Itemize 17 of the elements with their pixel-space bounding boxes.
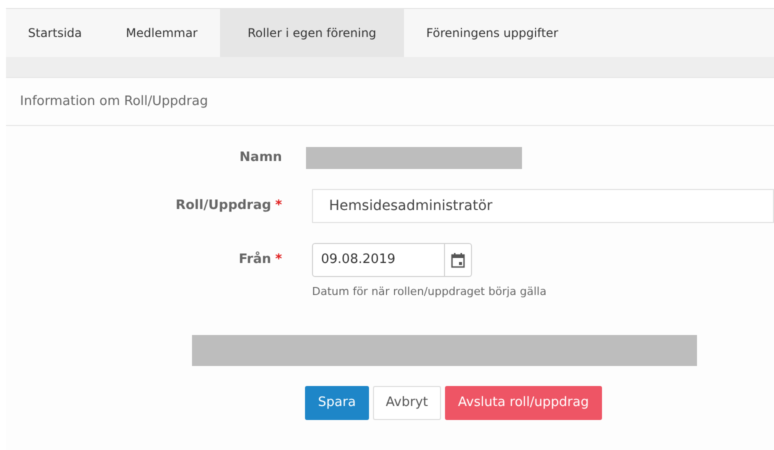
role-field[interactable]: Hemsidesadministratör	[312, 189, 774, 223]
nav-tab[interactable]: Roller i egen förening	[220, 9, 404, 57]
calendar-icon	[451, 252, 465, 268]
action-button[interactable]: Spara	[305, 386, 369, 420]
field-label: Från	[238, 250, 272, 270]
required-mark: *	[275, 197, 282, 216]
date-field[interactable]: 09.08.2019	[312, 243, 445, 277]
help-text: Datum för när rollen/uppdraget börja gälla	[312, 284, 548, 300]
nav-tab[interactable]: Medlemmar	[104, 9, 220, 57]
field-label: Roll/Uppdrag	[176, 197, 272, 216]
required-mark: *	[275, 251, 282, 270]
calendar-button[interactable]	[445, 243, 472, 277]
nav-tab[interactable]: Föreningens uppgifter	[404, 9, 580, 57]
panel-title: Information om Roll/Uppdrag	[20, 92, 208, 111]
action-button[interactable]: Avbryt	[372, 386, 441, 420]
field-label: Namn	[240, 149, 282, 168]
nav-tab[interactable]: Startsida	[6, 9, 104, 57]
